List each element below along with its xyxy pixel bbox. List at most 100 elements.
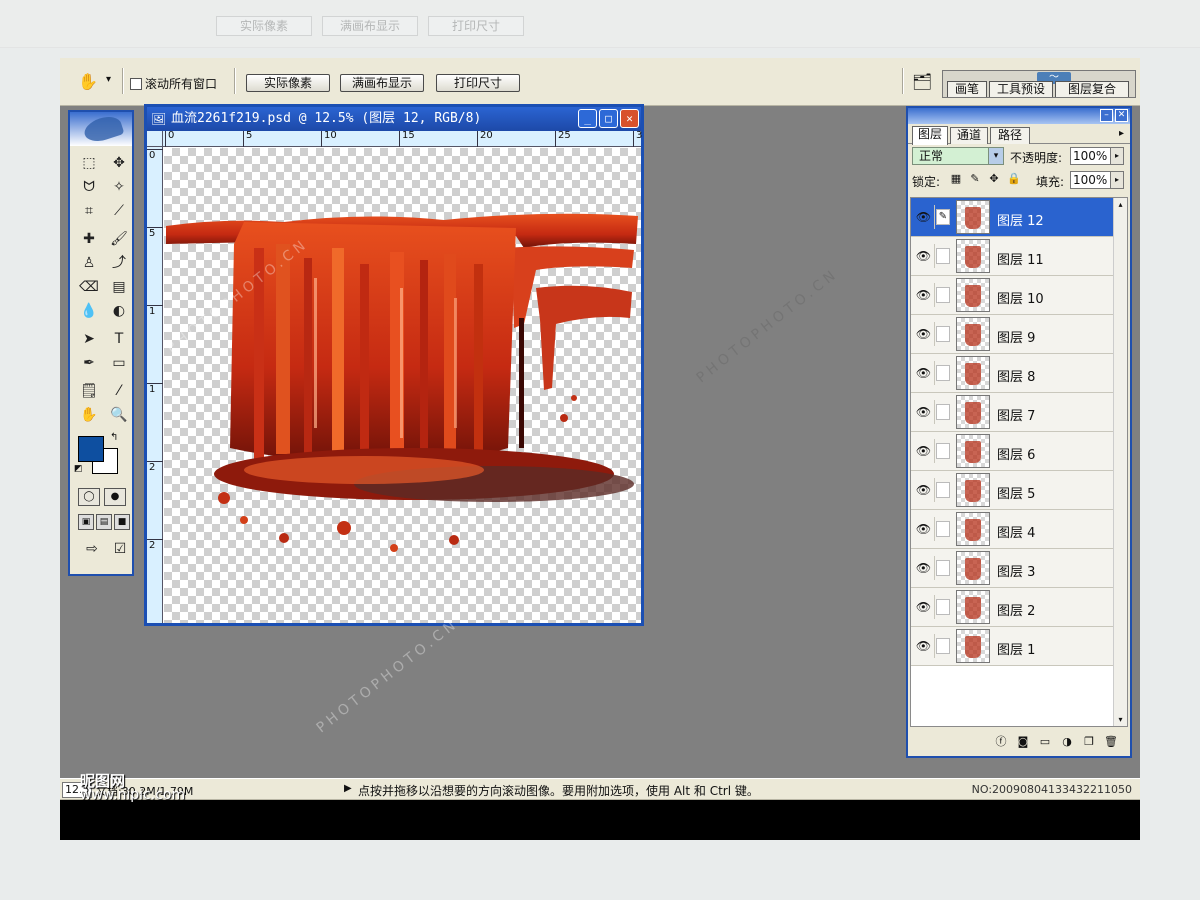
maximize-button[interactable]: □ xyxy=(599,109,618,128)
lock-position-icon[interactable]: ✥ xyxy=(988,173,1000,185)
eye-icon[interactable]: 👁 xyxy=(913,439,935,463)
gradient-tool-icon[interactable]: ▤ xyxy=(106,276,132,298)
layer-style-icon[interactable]: ⓕ xyxy=(994,735,1008,749)
palette-menu-icon[interactable]: ▸ xyxy=(1119,128,1124,139)
pen-tool-icon[interactable]: ✒ xyxy=(76,352,102,374)
layer-row[interactable]: 👁 图层 10 xyxy=(911,276,1127,315)
dodge-tool-icon[interactable]: ◐ xyxy=(106,300,132,322)
layer-row[interactable]: 👁 图层 1 xyxy=(911,627,1127,666)
trash-icon[interactable]: 🗑 xyxy=(1104,735,1118,749)
document-title-bar[interactable]: 🖼 血流2261f219.psd @ 12.5% (图层 12, RGB/8) … xyxy=(147,107,641,131)
new-group-icon[interactable]: ▭ xyxy=(1038,735,1052,749)
file-browser-icon[interactable]: 🗂 xyxy=(912,72,934,92)
full-screen-icon[interactable]: ■ xyxy=(114,514,130,530)
swap-colors-icon[interactable]: ↰ xyxy=(110,432,118,443)
notes-tool-icon[interactable]: 🗒 xyxy=(76,380,102,402)
eye-icon[interactable]: 👁 xyxy=(913,244,935,268)
eyedropper-tool-icon[interactable]: ⁄ xyxy=(106,380,132,402)
checkmark-icon[interactable]: ☑ xyxy=(108,538,132,560)
magic-wand-tool-icon[interactable]: ✧ xyxy=(106,176,132,198)
layer-row[interactable]: 👁 图层 4 xyxy=(911,510,1127,549)
print-size-button[interactable]: 打印尺寸 xyxy=(436,74,520,92)
scroll-up-icon[interactable]: ▴ xyxy=(1114,198,1127,211)
marquee-tool-icon[interactable]: ⬚ xyxy=(76,152,102,174)
jump-to-imageready-icon[interactable]: ⇨ xyxy=(80,538,104,560)
eye-icon[interactable]: 👁 xyxy=(913,322,935,346)
palette-close-button[interactable]: ✕ xyxy=(1115,109,1128,122)
link-icon[interactable] xyxy=(936,599,950,615)
type-tool-icon[interactable]: T xyxy=(106,328,132,350)
palette-minimize-button[interactable]: – xyxy=(1100,109,1113,122)
blur-tool-icon[interactable]: 💧 xyxy=(76,300,102,322)
minimize-button[interactable]: _ xyxy=(578,109,597,128)
checkbox-box[interactable] xyxy=(130,77,142,90)
layer-row[interactable]: 👁 图层 9 xyxy=(911,315,1127,354)
horizontal-ruler[interactable]: 0 5 10 15 20 25 3 xyxy=(163,131,642,147)
brush-tool-icon[interactable]: 🖌 xyxy=(106,228,132,250)
opacity-slider-arrow-icon[interactable]: ▸ xyxy=(1110,148,1123,164)
fit-on-screen-button[interactable]: 满画布显示 xyxy=(340,74,424,92)
move-tool-icon[interactable]: ✥ xyxy=(106,152,132,174)
layer-row[interactable]: 👁 图层 2 xyxy=(911,588,1127,627)
add-mask-icon[interactable]: ◙ xyxy=(1016,735,1030,749)
link-icon[interactable] xyxy=(936,404,950,420)
default-colors-icon[interactable]: ◩ xyxy=(74,464,83,474)
ruler-origin[interactable] xyxy=(147,131,163,147)
zoom-tool-icon[interactable]: 🔍 xyxy=(106,404,132,426)
link-icon[interactable] xyxy=(936,287,950,303)
quick-mask-mode-icon[interactable]: ● xyxy=(104,488,126,506)
layer-row[interactable]: 👁 ✎ 图层 12 xyxy=(911,198,1127,237)
link-icon[interactable] xyxy=(936,443,950,459)
eye-icon[interactable]: 👁 xyxy=(913,361,935,385)
tab-tool-presets[interactable]: 工具预设 xyxy=(989,81,1053,97)
eye-icon[interactable]: 👁 xyxy=(913,205,935,229)
close-button[interactable]: ✕ xyxy=(620,109,639,128)
layer-row[interactable]: 👁 图层 8 xyxy=(911,354,1127,393)
brush-icon[interactable]: ✎ xyxy=(936,209,950,225)
tool-preset-caret-icon[interactable]: ▾ xyxy=(106,74,111,85)
full-screen-menu-icon[interactable]: ▤ xyxy=(96,514,112,530)
document-canvas[interactable] xyxy=(164,148,641,623)
clone-stamp-tool-icon[interactable]: ♙ xyxy=(76,252,102,274)
status-arrow-icon[interactable]: ▶ xyxy=(344,783,352,794)
vertical-ruler[interactable]: 0 5 1 1 2 2 xyxy=(147,147,163,623)
tab-channels[interactable]: 通道 xyxy=(950,127,988,144)
eye-icon[interactable]: 👁 xyxy=(913,283,935,307)
link-icon[interactable] xyxy=(936,638,950,654)
new-layer-icon[interactable]: ❐ xyxy=(1082,735,1096,749)
fill-slider-arrow-icon[interactable]: ▸ xyxy=(1110,172,1123,188)
layer-row[interactable]: 👁 图层 7 xyxy=(911,393,1127,432)
link-icon[interactable] xyxy=(936,248,950,264)
link-icon[interactable] xyxy=(936,482,950,498)
link-icon[interactable] xyxy=(936,521,950,537)
tab-layers[interactable]: 图层 xyxy=(912,126,948,145)
fill-field[interactable]: 100% ▸ xyxy=(1070,171,1124,189)
eye-icon[interactable]: 👁 xyxy=(913,400,935,424)
link-icon[interactable] xyxy=(936,365,950,381)
eye-icon[interactable]: 👁 xyxy=(913,517,935,541)
lock-image-icon[interactable]: ✎ xyxy=(969,173,981,185)
tab-layer-comps[interactable]: 图层复合 xyxy=(1055,81,1129,97)
foreground-color-swatch[interactable] xyxy=(78,436,104,462)
palette-title-bar[interactable]: – ✕ xyxy=(908,108,1130,124)
path-selection-tool-icon[interactable]: ➤ xyxy=(76,328,102,350)
lock-all-icon[interactable]: 🔒 xyxy=(1007,173,1021,185)
adjustment-layer-icon[interactable]: ◑ xyxy=(1060,735,1074,749)
standard-mode-icon[interactable]: ◯ xyxy=(78,488,100,506)
scroll-down-icon[interactable]: ▾ xyxy=(1114,713,1127,726)
link-icon[interactable] xyxy=(936,326,950,342)
hand-tool-icon[interactable]: ✋ xyxy=(76,404,102,426)
layer-row[interactable]: 👁 图层 3 xyxy=(911,549,1127,588)
shape-tool-icon[interactable]: ▭ xyxy=(106,352,132,374)
eye-icon[interactable]: 👁 xyxy=(913,595,935,619)
healing-brush-tool-icon[interactable]: ✚ xyxy=(76,228,102,250)
opacity-field[interactable]: 100% ▸ xyxy=(1070,147,1124,165)
blend-mode-select[interactable]: 正常 ▾ xyxy=(912,147,1004,165)
chevron-down-icon[interactable]: ▾ xyxy=(988,148,1003,164)
link-icon[interactable] xyxy=(936,560,950,576)
eye-icon[interactable]: 👁 xyxy=(913,556,935,580)
layer-row[interactable]: 👁 图层 5 xyxy=(911,471,1127,510)
tab-paths[interactable]: 路径 xyxy=(990,127,1030,144)
eraser-tool-icon[interactable]: ⌫ xyxy=(76,276,102,298)
layer-row[interactable]: 👁 图层 6 xyxy=(911,432,1127,471)
